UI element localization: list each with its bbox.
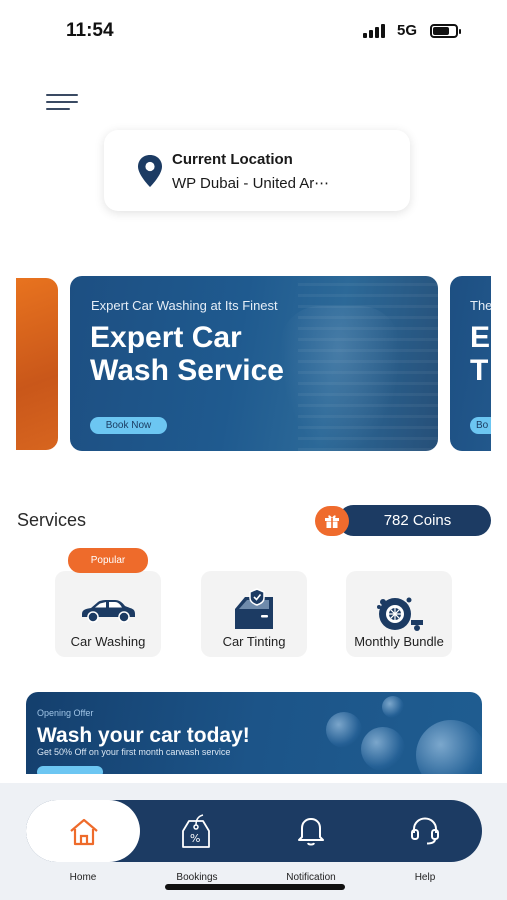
location-value: WP Dubai - United Ar⋯ (172, 175, 330, 192)
banner-next-button[interactable]: Bo (470, 417, 491, 434)
popular-badge: Popular (68, 548, 148, 573)
bubble-decoration (416, 720, 482, 774)
offer-banner[interactable]: Opening Offer Wash your car today! Get 5… (26, 692, 482, 774)
home-indicator (165, 884, 345, 890)
service-label: Car Washing (70, 634, 146, 649)
banner-previous[interactable] (16, 278, 58, 450)
bubble-decoration (361, 727, 405, 771)
car-icon (82, 600, 135, 623)
menu-icon[interactable] (44, 92, 80, 112)
service-monthly-bundle[interactable]: Monthly Bundle (346, 571, 452, 657)
status-bar: 11:54 5G (0, 0, 507, 60)
banner-next-title: E T (470, 321, 490, 387)
nav-label-bookings[interactable]: Bookings (157, 872, 237, 883)
nav-label-help[interactable]: Help (385, 872, 465, 883)
bookings-tag-icon[interactable]: % (179, 813, 215, 851)
network-type: 5G (397, 22, 418, 39)
location-pin-icon (138, 155, 162, 187)
service-label: Car Tinting (222, 634, 286, 649)
banner-subtitle: Expert Car Washing at Its Finest (91, 298, 278, 313)
book-now-button[interactable]: Book Now (90, 417, 167, 434)
banner-title: Expert Car Wash Service (90, 321, 390, 387)
bubble-decoration (382, 696, 404, 718)
banner-next-title-line2: T (470, 354, 489, 387)
location-card[interactable]: Current Location WP Dubai - United Ar⋯ (104, 130, 410, 211)
wheel-service-icon (377, 597, 423, 631)
battery-icon (430, 24, 461, 38)
service-car-washing[interactable]: Car Washing (55, 571, 161, 657)
home-icon[interactable] (68, 817, 100, 847)
banner-next-subtitle: The (470, 298, 491, 313)
location-title: Current Location (172, 151, 293, 168)
service-label: Monthly Bundle (354, 634, 444, 649)
bell-icon[interactable] (297, 815, 325, 847)
offer-title: Wash your car today! (37, 724, 250, 747)
offer-button[interactable] (37, 766, 103, 774)
nav-label-notification[interactable]: Notification (271, 872, 351, 883)
offer-description: Get 50% Off on your first month carwash … (37, 747, 231, 757)
status-time: 11:54 (66, 20, 114, 41)
nav-label-home[interactable]: Home (43, 872, 123, 883)
service-car-tinting[interactable]: Car Tinting (201, 571, 307, 657)
bubble-decoration (326, 712, 362, 748)
banner-next-title-line1: E (470, 321, 491, 354)
services-heading: Services (17, 510, 87, 530)
headset-icon[interactable] (409, 815, 441, 847)
banner-title-line1: Expert Car (90, 321, 242, 354)
gift-icon[interactable] (315, 506, 349, 536)
banner-current[interactable]: Expert Car Washing at Its Finest Expert … (70, 276, 438, 451)
banner-next[interactable]: The E T Bo (450, 276, 491, 451)
coins-balance[interactable]: 782 Coins (338, 505, 491, 536)
banner-carousel[interactable]: Expert Car Washing at Its Finest Expert … (16, 276, 491, 451)
svg-text:%: % (190, 832, 200, 845)
signal-icon (363, 24, 389, 38)
offer-subtitle: Opening Offer (37, 708, 94, 718)
banner-title-line2: Wash Service (90, 354, 284, 387)
car-door-tint-icon (235, 588, 273, 629)
